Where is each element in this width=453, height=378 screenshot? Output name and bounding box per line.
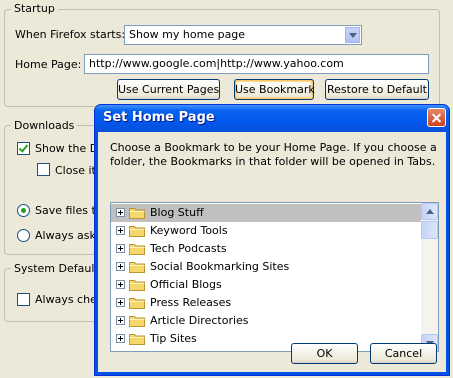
- expand-icon[interactable]: [116, 208, 125, 217]
- home-page-label: Home Page:: [15, 58, 82, 71]
- use-current-pages-button[interactable]: Use Current Pages: [117, 79, 220, 100]
- folder-icon: [129, 262, 145, 273]
- tree-row[interactable]: Blog Stuff: [111, 204, 421, 222]
- tree-row-label: Keyword Tools: [150, 224, 228, 237]
- close-it-checkbox[interactable]: [37, 163, 50, 176]
- dialog-description: Choose a Bookmark to be your Home Page. …: [110, 141, 437, 168]
- dialog-titlebar[interactable]: Set Home Page: [95, 105, 449, 132]
- tree-row[interactable]: Social Bookmarking Sites: [111, 258, 421, 276]
- startup-action-select[interactable]: Show my home page: [124, 25, 362, 45]
- tree-row-label: Blog Stuff: [150, 206, 204, 219]
- expand-icon[interactable]: [116, 280, 125, 289]
- dialog-title: Set Home Page: [103, 110, 215, 125]
- always-ask-radio[interactable]: [17, 229, 30, 242]
- always-check-checkbox[interactable]: [17, 293, 30, 306]
- system-defaults-group-title: System Defaults: [11, 262, 108, 275]
- downloads-group-title: Downloads: [11, 119, 78, 132]
- tree-row-label: Tip Sites: [150, 332, 197, 345]
- home-page-value: http://www.google.com|http://www.yahoo.c…: [89, 57, 344, 70]
- startup-action-value: Show my home page: [129, 28, 246, 41]
- folder-icon: [129, 226, 145, 237]
- scroll-thumb[interactable]: [421, 221, 438, 239]
- expand-icon[interactable]: [116, 226, 125, 235]
- expand-icon[interactable]: [116, 316, 125, 325]
- folder-icon: [129, 208, 145, 219]
- tree-row-label: Article Directories: [150, 314, 249, 327]
- close-it-label: Close it: [55, 164, 96, 177]
- restore-default-button[interactable]: Restore to Default: [325, 79, 429, 100]
- use-bookmark-button[interactable]: Use Bookmark: [234, 79, 315, 100]
- cancel-button[interactable]: Cancel: [370, 343, 437, 364]
- scroll-up-button[interactable]: [421, 203, 438, 220]
- save-files-radio[interactable]: [17, 204, 30, 217]
- chevron-down-icon[interactable]: [345, 27, 360, 43]
- tree-row-label: Press Releases: [150, 296, 232, 309]
- tree-row[interactable]: Article Directories: [111, 312, 421, 330]
- folder-icon: [129, 280, 145, 291]
- tree-row-label: Social Bookmarking Sites: [150, 260, 290, 273]
- tree-row-label: More Tip...: [150, 350, 208, 351]
- expand-icon[interactable]: [116, 334, 125, 343]
- expand-icon[interactable]: [116, 244, 125, 253]
- expand-icon[interactable]: [116, 298, 125, 307]
- bookmark-tree[interactable]: Blog Stuff Keyword Tools Tech Podcasts Soci…: [110, 202, 439, 352]
- close-icon[interactable]: [427, 108, 446, 127]
- startup-group-title: Startup: [11, 2, 58, 15]
- tree-scrollbar[interactable]: [421, 203, 438, 351]
- folder-icon: [129, 298, 145, 309]
- folder-icon: [129, 316, 145, 327]
- always-check-label: Always chec: [35, 293, 103, 306]
- tree-row[interactable]: Keyword Tools: [111, 222, 421, 240]
- dialog-body: Choose a Bookmark to be your Home Page. …: [98, 132, 446, 372]
- folder-icon: [129, 351, 145, 352]
- home-page-input[interactable]: http://www.google.com|http://www.yahoo.c…: [84, 54, 429, 74]
- expand-icon[interactable]: [116, 262, 125, 271]
- ok-button[interactable]: OK: [291, 343, 358, 364]
- tree-row-label: Official Blogs: [150, 278, 222, 291]
- save-files-label: Save files to: [35, 204, 103, 217]
- tree-row[interactable]: Official Blogs: [111, 276, 421, 294]
- show-downloads-checkbox[interactable]: [17, 142, 30, 155]
- tree-row[interactable]: Tech Podcasts: [111, 240, 421, 258]
- when-firefox-starts-label: When Firefox starts:: [15, 28, 126, 41]
- tree-row-label: Tech Podcasts: [150, 242, 227, 255]
- tree-row[interactable]: Press Releases: [111, 294, 421, 312]
- folder-icon: [129, 244, 145, 255]
- set-home-page-dialog: Set Home Page Choose a Bookmark to be yo…: [94, 104, 450, 376]
- folder-icon: [129, 334, 145, 345]
